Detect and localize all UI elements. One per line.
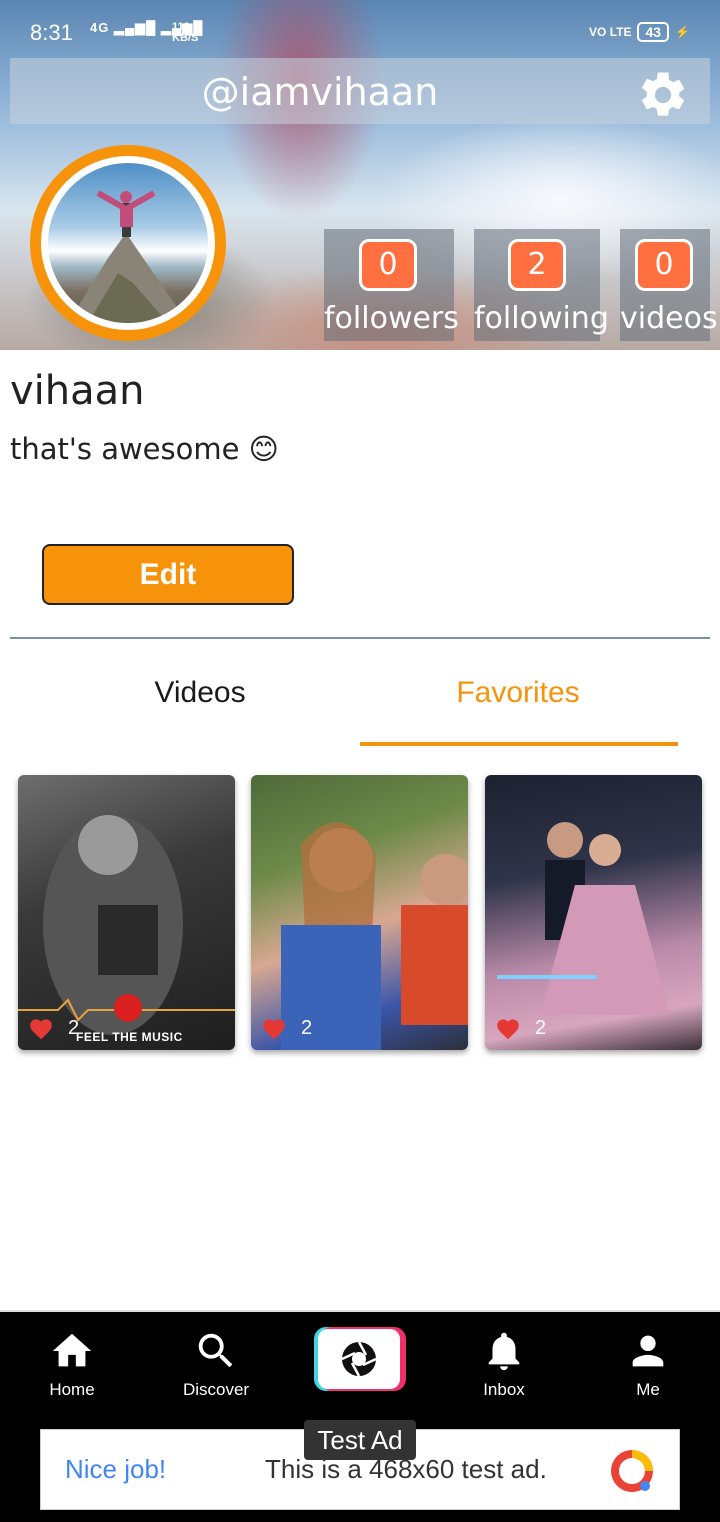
- followers-label: followers: [324, 301, 459, 336]
- active-tab-indicator: [360, 742, 678, 746]
- heart-icon: [30, 1019, 52, 1040]
- thumbnail-art: [497, 822, 670, 1015]
- nav-home-label: Home: [49, 1380, 95, 1399]
- ad-title: Nice job!: [65, 1454, 167, 1484]
- username: @iamvihaan: [201, 70, 439, 114]
- nav-inbox-label: Inbox: [483, 1380, 525, 1399]
- video-thumbnail[interactable]: 2 FEEL THE MUSIC: [18, 775, 235, 1050]
- followers-count: 0: [359, 239, 417, 291]
- tab-favorites[interactable]: Favorites: [358, 676, 678, 710]
- like-count-value: 2: [301, 1016, 313, 1039]
- bio-text: that's awesome 😊: [10, 432, 279, 466]
- like-count: 2: [261, 1016, 312, 1040]
- thumbnail-caption: FEEL THE MUSIC: [76, 1030, 183, 1044]
- videos-label: videos: [620, 301, 718, 336]
- volte-indicator: VO LTE: [589, 25, 632, 39]
- tab-videos[interactable]: Videos: [40, 676, 360, 710]
- heart-icon: [497, 1019, 519, 1040]
- like-count: 2: [28, 1016, 79, 1040]
- ad-logo-icon: [611, 1450, 653, 1492]
- following-count: 2: [508, 239, 566, 291]
- display-name: vihaan: [10, 368, 145, 414]
- battery-indicator: 43: [637, 22, 670, 42]
- status-bar: 8:31 4G ▂▄▆█ ▂▄▆█ 119 KB/S VO LTE 43 ⚡: [0, 0, 720, 54]
- video-thumbnail[interactable]: 2: [251, 775, 468, 1050]
- like-count-value: 2: [535, 1016, 547, 1039]
- status-right: VO LTE 43 ⚡: [589, 22, 690, 42]
- like-count: 2: [495, 1016, 546, 1040]
- search-icon: [198, 1333, 233, 1368]
- divider: [10, 637, 710, 639]
- thumbnail-art: [281, 822, 468, 1050]
- nav-me-label: Me: [636, 1380, 660, 1399]
- network-speed: 119 KB/S: [172, 21, 199, 44]
- home-icon: [52, 1333, 92, 1367]
- avatar: [48, 163, 208, 323]
- title-bar: @iamvihaan: [10, 58, 710, 124]
- bell-icon: [488, 1332, 520, 1371]
- gear-icon: [641, 72, 685, 116]
- charging-icon: ⚡: [675, 25, 690, 39]
- thumbnail-art: [18, 815, 235, 1035]
- ad-label: Test Ad: [304, 1420, 416, 1460]
- nav-inbox[interactable]: Inbox: [432, 1328, 576, 1400]
- settings-button[interactable]: [636, 68, 690, 122]
- person-icon: [632, 1335, 664, 1367]
- camera-shutter-icon: [314, 1327, 406, 1391]
- avatar-photo: [68, 190, 188, 323]
- nav-me[interactable]: Me: [576, 1328, 720, 1400]
- profile-header-background: 8:31 4G ▂▄▆█ ▂▄▆█ 119 KB/S VO LTE 43 ⚡ @i…: [0, 0, 720, 350]
- avatar-ring[interactable]: [30, 145, 226, 341]
- followers-stat[interactable]: 0 followers: [324, 229, 459, 341]
- following-stat[interactable]: 2 following: [474, 229, 609, 341]
- create-video-button[interactable]: [314, 1327, 406, 1391]
- nav-discover[interactable]: Discover: [144, 1328, 288, 1400]
- nav-discover-label: Discover: [182, 1380, 250, 1399]
- nav-home[interactable]: Home: [0, 1328, 144, 1400]
- status-time: 8:31: [30, 20, 73, 45]
- edit-profile-button[interactable]: Edit: [42, 544, 294, 605]
- videos-stat[interactable]: 0 videos: [620, 229, 718, 341]
- heart-icon: [263, 1019, 285, 1040]
- videos-count: 0: [635, 239, 693, 291]
- following-label: following: [474, 301, 609, 336]
- video-thumbnail[interactable]: 2: [485, 775, 702, 1050]
